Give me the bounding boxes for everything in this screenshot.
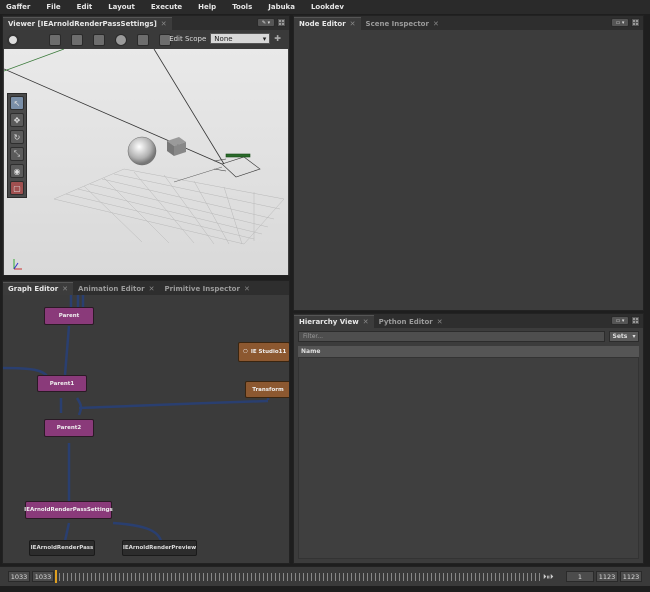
studio-icon: ⎔ xyxy=(243,349,248,355)
layout-menu-button[interactable]: ▭ ▾ xyxy=(611,18,629,27)
node-transform[interactable]: Transform xyxy=(245,381,289,398)
hierarchy-tabbar: Hierarchy View ✕ Python Editor ✕ ▭ ▾ xyxy=(294,314,643,328)
object-cube-icon[interactable] xyxy=(93,34,105,46)
close-icon[interactable]: ✕ xyxy=(149,285,155,293)
sets-button[interactable]: Sets ▾ xyxy=(609,331,639,342)
node-parent[interactable]: Parent xyxy=(44,307,94,325)
ground-grid xyxy=(53,168,285,245)
play-controls-icon[interactable]: ⏵⏸⏵ xyxy=(543,573,554,582)
3d-viewport[interactable] xyxy=(4,49,288,275)
filter-input[interactable]: Filter... xyxy=(298,331,605,342)
node-ie-studio11[interactable]: ⎔ IE Studio11 xyxy=(238,342,289,362)
hierarchy-list[interactable] xyxy=(298,357,639,559)
select-tool-icon[interactable]: ↖ xyxy=(10,96,24,110)
tab-node-editor[interactable]: Node Editor ✕ xyxy=(294,17,361,30)
tab-python-editor[interactable]: Python Editor ✕ xyxy=(374,315,448,328)
tab-animation-editor[interactable]: Animation Editor ✕ xyxy=(73,282,159,295)
camera-tool-icon[interactable]: ◉ xyxy=(10,164,24,178)
layout-menu-button[interactable]: ▭ ▾ xyxy=(611,316,629,325)
viewport-scene xyxy=(4,49,285,270)
menu-jabuka[interactable]: Jabuka xyxy=(268,3,295,11)
camera-icon[interactable] xyxy=(137,34,149,46)
edit-scope-select[interactable]: None ▾ xyxy=(210,33,271,44)
end-frame-outer[interactable]: 1123 xyxy=(620,571,642,582)
playhead[interactable] xyxy=(55,570,57,583)
solid-sphere-icon[interactable] xyxy=(115,34,127,46)
node-graph[interactable]: Parent Parent1 Parent2 IEArnoldRenderPas… xyxy=(3,295,289,563)
rotate-tool-icon[interactable]: ↻ xyxy=(10,130,24,144)
close-icon[interactable]: ✕ xyxy=(350,20,356,28)
timeline: 1033 1033 ⏵⏸⏵ 1 1123 1123 xyxy=(0,566,650,586)
close-icon[interactable]: ✕ xyxy=(437,318,443,326)
close-icon[interactable]: ✕ xyxy=(363,318,369,326)
menu-help[interactable]: Help xyxy=(198,3,216,11)
crop-tool-icon[interactable]: ▢ xyxy=(10,181,24,195)
menu-file[interactable]: File xyxy=(46,3,60,11)
node-editor-panel: Node Editor ✕ Scene Inspector ✕ ▭ ▾ xyxy=(293,15,644,311)
split-panel-icon[interactable] xyxy=(631,18,640,27)
tab-viewer[interactable]: Viewer [IEArnoldRenderPassSettings] ✕ xyxy=(3,17,172,30)
current-frame-field[interactable]: 1 xyxy=(566,571,594,582)
tab-graph-editor[interactable]: Graph Editor ✕ xyxy=(3,282,74,295)
menu-edit[interactable]: Edit xyxy=(77,3,93,11)
pin-icon[interactable]: ✚ xyxy=(274,34,281,43)
graph-editor-panel: Graph Editor ✕ Animation Editor ✕ Primitiv… xyxy=(2,280,290,564)
expand-selection-icon[interactable] xyxy=(71,34,83,46)
wireframe-cube-icon[interactable] xyxy=(49,34,61,46)
menu-bar: Gaffer File Edit Layout Execute Help Too… xyxy=(0,0,650,14)
tab-primitive-inspector[interactable]: Primitive Inspector ✕ xyxy=(160,282,255,295)
axis-line xyxy=(4,49,65,72)
hierarchy-tab-controls: ▭ ▾ xyxy=(611,316,640,325)
end-frame-inner[interactable]: 1123 xyxy=(596,571,618,582)
split-panel-icon[interactable] xyxy=(277,18,286,27)
node-parent2[interactable]: Parent2 xyxy=(44,419,94,437)
frame-ruler[interactable] xyxy=(55,573,540,581)
edit-scope: Edit Scope None ▾ ✚ xyxy=(169,33,281,44)
viewer-tools: ↖ ✥ ↻ ⤡ ◉ ▢ xyxy=(7,93,27,198)
viewer-toolbar: Edit Scope None ▾ ✚ xyxy=(3,30,289,50)
scale-tool-icon[interactable]: ⤡ xyxy=(10,147,24,161)
graph-editor-tabbar: Graph Editor ✕ Animation Editor ✕ Primitiv… xyxy=(3,281,289,295)
node-editor-tabbar: Node Editor ✕ Scene Inspector ✕ ▭ ▾ xyxy=(294,16,643,30)
close-icon[interactable]: ✕ xyxy=(244,285,250,293)
menu-gaffer[interactable]: Gaffer xyxy=(6,3,30,11)
node-iearnoldrenderpass[interactable]: IEArnoldRenderPass xyxy=(29,540,95,556)
start-frame-outer[interactable]: 1033 xyxy=(8,571,30,582)
node-iearnoldrenderpreview[interactable]: IEArnoldRenderPreview xyxy=(122,540,197,556)
menu-layout[interactable]: Layout xyxy=(108,3,135,11)
camera-frustum-line xyxy=(153,49,225,165)
camera-object xyxy=(213,153,261,178)
translate-tool-icon[interactable]: ✥ xyxy=(10,113,24,127)
axis-gizmo-icon xyxy=(13,259,22,270)
sphere-object xyxy=(127,136,157,166)
viewer-tab-controls: ✎ ▾ xyxy=(257,18,286,27)
close-icon[interactable]: ✕ xyxy=(161,20,167,28)
menu-execute[interactable]: Execute xyxy=(151,3,182,11)
menu-tools[interactable]: Tools xyxy=(232,3,252,11)
split-panel-icon[interactable] xyxy=(631,316,640,325)
edit-scope-label: Edit Scope xyxy=(169,34,207,43)
tab-hierarchy-view[interactable]: Hierarchy View ✕ xyxy=(294,315,374,328)
close-icon[interactable]: ✕ xyxy=(62,285,68,293)
hierarchy-filter-row: Filter... Sets ▾ xyxy=(298,331,639,342)
hierarchy-panel: Hierarchy View ✕ Python Editor ✕ ▭ ▾ Filte… xyxy=(293,313,644,564)
cube-object xyxy=(167,137,186,156)
layout-menu-button[interactable]: ✎ ▾ xyxy=(257,18,275,27)
tab-scene-inspector[interactable]: Scene Inspector ✕ xyxy=(361,17,444,30)
menu-lookdev[interactable]: Lookdev xyxy=(311,3,344,11)
node-editor-body xyxy=(294,30,643,310)
start-frame-inner[interactable]: 1033 xyxy=(32,571,54,582)
node-parent1[interactable]: Parent1 xyxy=(37,375,87,392)
node-editor-tab-controls: ▭ ▾ xyxy=(611,18,640,27)
shading-mode-icon[interactable] xyxy=(7,34,19,46)
camera-frustum-line xyxy=(4,68,223,165)
column-header-name[interactable]: Name xyxy=(298,346,639,357)
chevron-down-icon: ▾ xyxy=(632,333,636,340)
viewer-tabbar: Viewer [IEArnoldRenderPassSettings] ✕ ✎ ▾ xyxy=(3,16,289,30)
close-icon[interactable]: ✕ xyxy=(433,20,439,28)
chevron-down-icon: ▾ xyxy=(262,34,267,43)
node-iearnoldrenderpasssettings[interactable]: IEArnoldRenderPassSettings xyxy=(24,501,113,519)
